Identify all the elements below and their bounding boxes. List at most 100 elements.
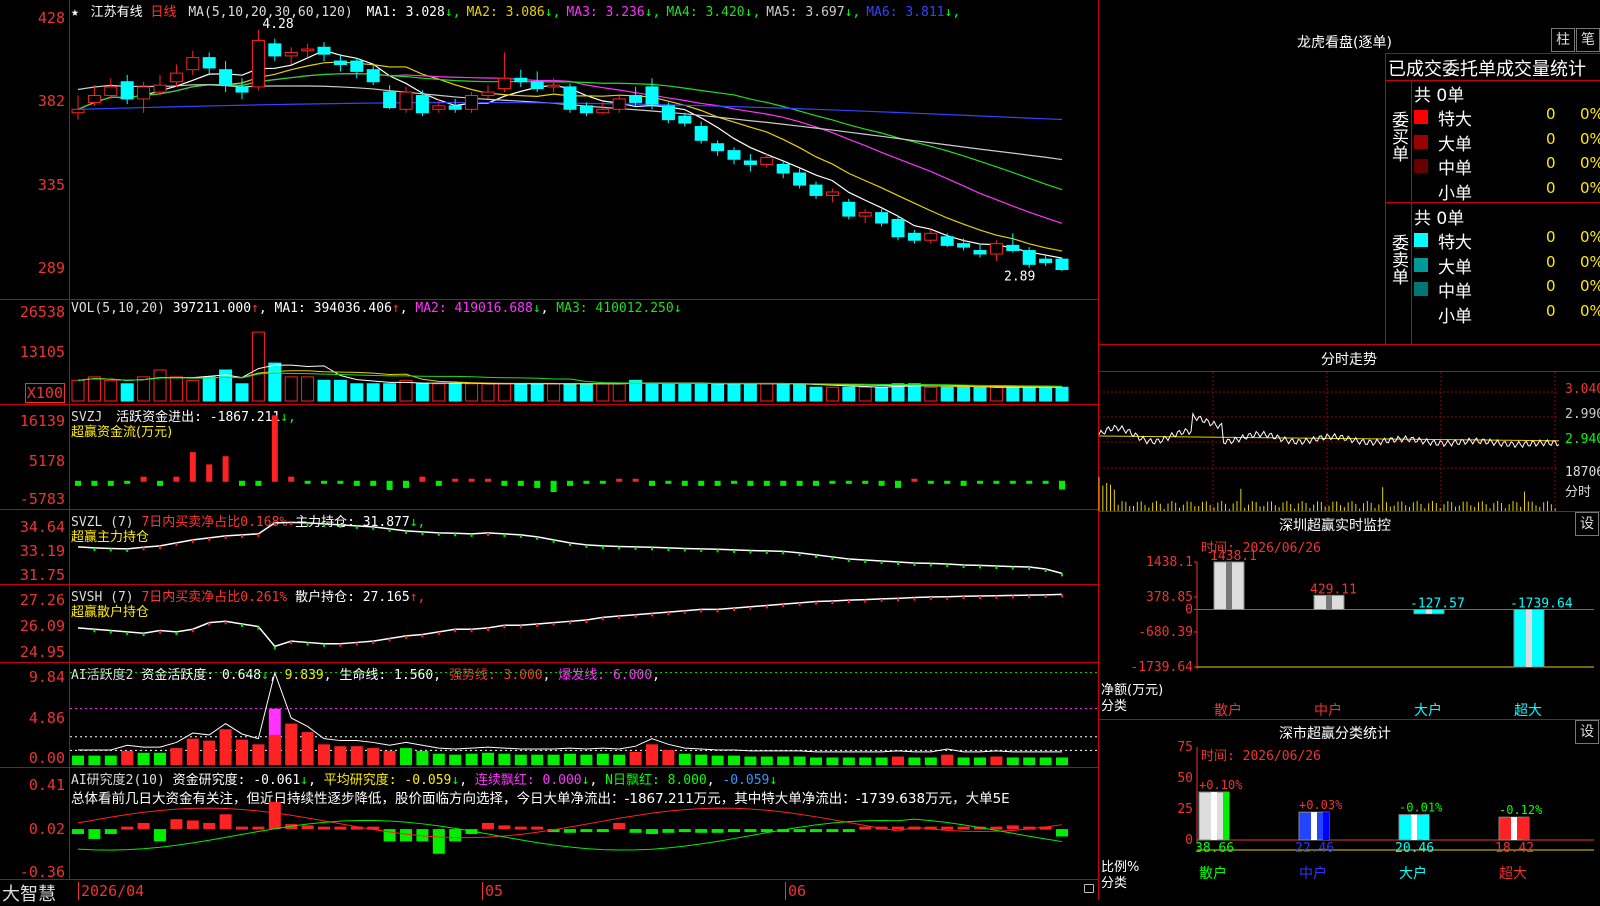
- monitor-chart: 1438.1378.850-680.39-1739.641438.1散户429.…: [1130, 549, 1594, 719]
- lock-icon[interactable]: [1084, 884, 1094, 893]
- volume-bar: [776, 383, 790, 402]
- volume-bar: [645, 383, 659, 402]
- svzj-bar: [714, 480, 721, 486]
- sell-divider: [1411, 203, 1412, 345]
- class-chart: 75 50 25 0 +0.10% 38.66 散户 +0.03% 22.46 中户 -0.01% 2…: [1177, 740, 1594, 882]
- ai2-chart: [72, 801, 1068, 854]
- ai2-bar: [810, 829, 822, 833]
- candle-body: [137, 86, 151, 100]
- bar-mode-button[interactable]: 柱: [1551, 28, 1575, 52]
- candle-body: [694, 126, 708, 141]
- volume-bar: [235, 383, 249, 402]
- ai2-bar: [613, 822, 626, 830]
- ai1-tick: 9.84: [28, 668, 65, 686]
- tick-mode-button[interactable]: 笔: [1576, 28, 1600, 52]
- svsh-tick: 26.09: [19, 617, 65, 635]
- class-tick: 75: [1177, 740, 1193, 755]
- volume-bar: [514, 383, 528, 402]
- intraday-section[interactable]: 分时走势 3.040 2.990 2.940 18706 分时: [1098, 345, 1600, 512]
- volume-tick: 26538: [19, 303, 65, 321]
- svzj-bar: [927, 480, 934, 484]
- volume-bar: [940, 386, 954, 402]
- ai2-bar: [596, 829, 609, 833]
- svzj-bar: [747, 480, 754, 486]
- candle-body: [1006, 244, 1020, 252]
- ai2-bar: [531, 826, 544, 830]
- price-tick: 382: [37, 92, 65, 110]
- svzj-tick: 16139: [19, 412, 65, 430]
- class-section[interactable]: 深市超赢分类统计 设 时间: 2026/06/26 比例% 分类 75 50 25 0…: [1099, 720, 1600, 900]
- ai2-bar: [826, 829, 839, 833]
- volume-bar: [333, 379, 347, 402]
- svzj-bar: [321, 480, 327, 484]
- svzj-bar: [239, 480, 245, 486]
- svzj-bar: [583, 480, 590, 484]
- volume-bar: [727, 383, 741, 402]
- class-value-label: 22.46: [1295, 841, 1334, 856]
- svzj-bar: [911, 478, 918, 482]
- volume-panel[interactable]: 26538 13105 X100 VOL(5,10,20) 397211.000…: [0, 300, 1098, 405]
- svzl-tick: 33.19: [19, 542, 65, 560]
- ai1-bar: [744, 756, 757, 765]
- stat-row: 小单 0 0%: [1414, 179, 1600, 204]
- candle-body: [760, 157, 774, 165]
- ai1-bar: [104, 755, 117, 765]
- high-marker: 4.28: [262, 17, 293, 32]
- class-value-label: 38.66: [1195, 841, 1234, 856]
- svzj-bar: [386, 480, 393, 490]
- volume-bar: [793, 383, 807, 402]
- monitor-category: 超大: [1514, 703, 1542, 719]
- stat-percent: 0%: [1580, 228, 1600, 246]
- volume-bar: [547, 383, 561, 402]
- svzj-bar: [370, 480, 377, 486]
- svzj-bar: [1026, 480, 1033, 484]
- price-tick: 428: [37, 9, 65, 27]
- candle-body: [645, 86, 659, 105]
- volume-axis: 26538 13105 X100: [0, 300, 70, 404]
- ai2-bar: [334, 826, 347, 830]
- longhu-section: 龙虎看盘(逐单) 柱 笔 已成交委托单成交量统计 委买单 共 0单 特大00%大…: [1099, 0, 1600, 345]
- holding-line: [77, 593, 1063, 648]
- ai1-bar: [334, 746, 347, 765]
- ai2-panel[interactable]: 0.41 0.02 -0.36 AI研究度2(10) 资金研究度: -0.061…: [0, 768, 1098, 881]
- svzl-panel[interactable]: 34.64 33.19 31.75 SVZL (7) 7日内买卖净占比0.168…: [0, 510, 1098, 585]
- price-tick: 335: [37, 176, 65, 194]
- class-bar-shade: [1211, 792, 1217, 840]
- volume-bar: [1022, 386, 1036, 402]
- ai1-bar: [154, 752, 166, 765]
- candle-body: [301, 48, 315, 52]
- stat-row: 大单 0 0%: [1414, 130, 1600, 155]
- svzj-axis: 16139 5178 -5783: [0, 405, 70, 509]
- svzj-bar: [485, 478, 491, 482]
- date-tick: 05: [482, 882, 503, 900]
- candle-body: [235, 86, 249, 93]
- monitor-section[interactable]: 深圳超赢实时监控 设 时间: 2026/06/26 净额(万元) 分类 1438…: [1099, 512, 1600, 720]
- ai2-bar: [449, 829, 462, 842]
- svsh-panel[interactable]: 27.26 26.09 24.95 SVSH (7) 7日内买卖净占比0.261…: [0, 585, 1098, 663]
- svzj-bar: [124, 480, 131, 484]
- stat-row: 特大 0 0%: [1414, 228, 1600, 253]
- svzj-bar: [665, 480, 672, 484]
- candle-body: [514, 77, 528, 83]
- legend-swatch: [1414, 233, 1428, 247]
- stat-value: 0: [1546, 301, 1556, 320]
- price-panel[interactable]: 428 382 335 289 ★ 江苏有线 日线 MA(5,10,20,30,…: [0, 0, 1098, 300]
- ai1-panel[interactable]: 9.84 4.86 0.00 AI活跃度2 资金活跃度: 0.648↓, 9.8…: [0, 663, 1098, 768]
- buy-total: 共 0单: [1414, 86, 1465, 106]
- volume-bar: [694, 383, 708, 402]
- candle-body: [989, 243, 1003, 255]
- candle-body: [87, 95, 101, 103]
- volume-bar: [530, 383, 544, 402]
- class-tick: 0: [1185, 833, 1193, 848]
- volume-bar: [678, 383, 692, 402]
- ai1-bar: [72, 755, 84, 765]
- svzj-panel[interactable]: 16139 5178 -5783 SVZJ 活跃资金进出: -1867.211↓…: [0, 405, 1098, 510]
- candle-body: [940, 236, 954, 246]
- volume-bar: [465, 383, 479, 402]
- ai1-chart: [70, 671, 1098, 765]
- ai1-bar: [465, 753, 478, 765]
- ai2-bar: [1056, 829, 1068, 837]
- ai2-bar: [203, 822, 216, 830]
- ai1-bar: [695, 754, 708, 765]
- svzj-bar: [271, 415, 278, 482]
